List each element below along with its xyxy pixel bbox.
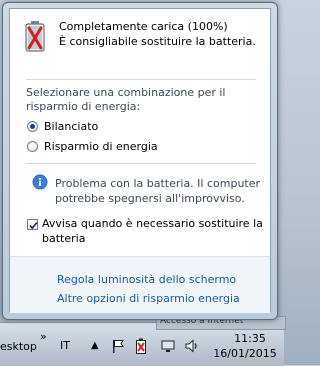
clock-date[interactable]: 16/01/2015 — [212, 347, 278, 360]
network-icon[interactable] — [160, 338, 176, 354]
checkmark-icon — [29, 221, 38, 230]
action-center-flag-icon[interactable] — [110, 338, 126, 354]
radio-button-balanced[interactable] — [27, 120, 38, 132]
battery-flyout-body: Completamente carica (100%) È consigliab… — [9, 8, 271, 313]
adjust-brightness-link[interactable]: Regola luminosità dello schermo — [57, 273, 236, 287]
radio-button-saver[interactable] — [27, 140, 38, 152]
battery-tray-icon[interactable] — [133, 338, 149, 354]
language-indicator[interactable]: IT — [60, 339, 70, 352]
more-power-options-link[interactable]: Altre opzioni di risparmio energia — [57, 292, 240, 306]
power-plan-saver[interactable]: Risparmio di energia — [27, 138, 158, 154]
divider — [26, 163, 256, 164]
notify-replace-checkbox[interactable] — [27, 219, 38, 230]
notify-replace-label: Avvisa quando è necessario sostituire la… — [42, 217, 263, 245]
power-plan-saver-label: Risparmio di energia — [44, 139, 158, 153]
toolbar-overflow-chevron-icon[interactable]: » — [40, 330, 47, 343]
desktop-toolbar-label[interactable]: esktop — [0, 340, 37, 353]
battery-warning-icon — [25, 21, 45, 52]
power-plan-balanced[interactable]: Bilanciato — [27, 118, 98, 134]
battery-status: Completamente carica (100%) È consigliab… — [10, 9, 270, 77]
flyout-links: Regola luminosità dello schermo Altre op… — [10, 256, 270, 313]
clock-time[interactable]: 11:35 — [220, 332, 280, 345]
power-plan-caption: Selezionare una combinazione per il risp… — [26, 86, 226, 113]
battery-problem-message: Problema con la batteria. Il computer po… — [55, 177, 261, 205]
divider — [26, 79, 256, 80]
power-plan-balanced-label: Bilanciato — [44, 119, 99, 133]
show-hidden-icons-button[interactable]: ▲ — [91, 340, 99, 351]
battery-charge-status: Completamente carica (100%) — [59, 20, 228, 33]
info-icon — [32, 174, 48, 190]
volume-icon[interactable] — [184, 338, 200, 354]
battery-replace-message: È consigliabile sostituire la batteria. — [59, 35, 256, 48]
battery-flyout: Completamente carica (100%) È consigliab… — [2, 2, 278, 320]
